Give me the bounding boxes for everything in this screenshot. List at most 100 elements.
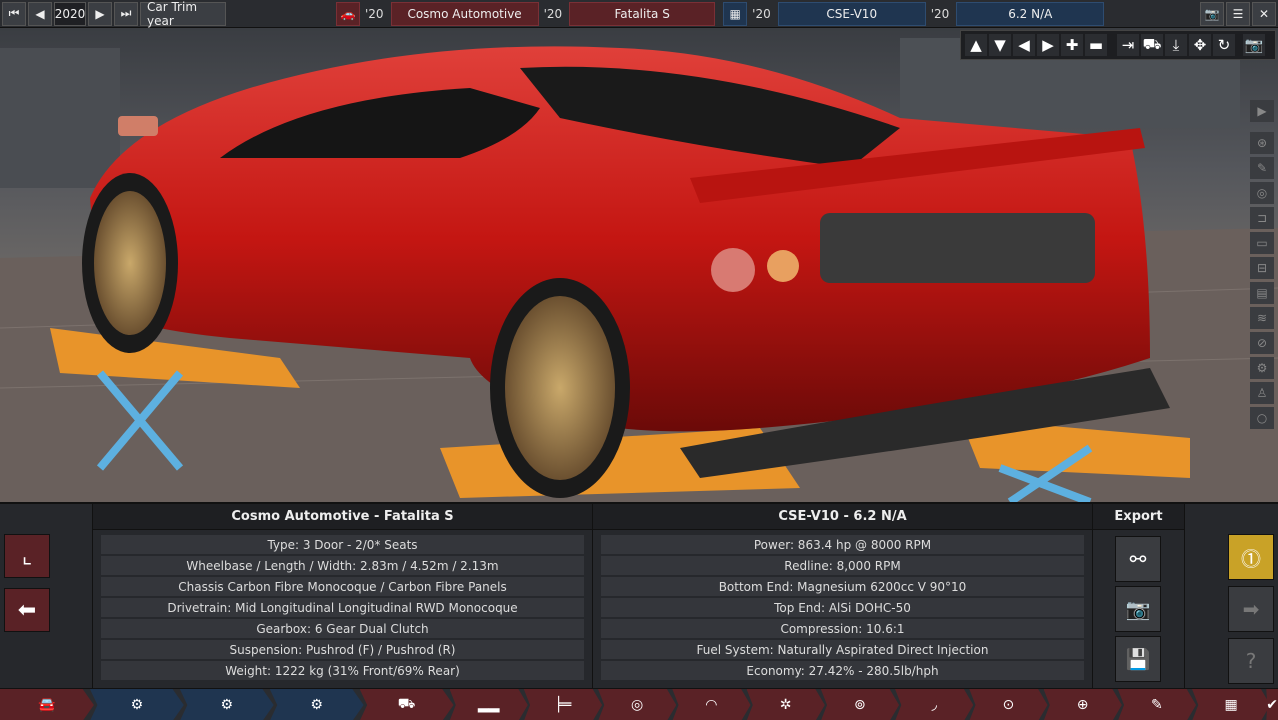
stage-brakes[interactable]: ⊚ [820, 689, 900, 720]
skip-forward-icon: ⏭ [120, 6, 132, 20]
checkmark-icon: ✔ [1266, 697, 1278, 713]
minus-icon: ▬ [1088, 36, 1104, 54]
stage-trim[interactable]: ⛟ [359, 689, 454, 720]
export-title: Export [1093, 504, 1184, 530]
gearbox-icon: ◎ [631, 697, 644, 713]
move-left-button[interactable]: ◀ [1013, 34, 1035, 56]
prev-year-button[interactable]: ◀ [28, 1, 52, 26]
stage-safety[interactable]: ⊕ [1043, 689, 1122, 720]
warning-button[interactable]: ⓵ [1228, 534, 1274, 580]
first-year-button[interactable]: ⏮ [2, 1, 26, 26]
model-icon-button[interactable]: 🚗 [336, 1, 360, 26]
side-circle-button[interactable]: ○ [1250, 407, 1274, 429]
stage-engine-family[interactable]: ⚙ [89, 689, 184, 720]
stage-testing[interactable]: ▦ [1192, 689, 1271, 720]
stage-car[interactable]: 🚘 [0, 689, 94, 720]
fuel-icon: ✎ [1151, 697, 1163, 713]
close-button[interactable]: ✕ [1252, 1, 1276, 26]
car-info-row: Gearbox: 6 Gear Dual Clutch [101, 619, 584, 638]
side-toolbar-expand[interactable]: ▶ [1250, 100, 1274, 122]
car-viewport[interactable] [0, 28, 1278, 502]
suspension-icon: ≋ [1256, 311, 1268, 325]
stage-finish[interactable]: ✔ [1266, 689, 1278, 720]
back-button[interactable]: ⬅ [4, 588, 50, 632]
car-info-row: Type: 3 Door - 2/0* Seats [101, 535, 584, 554]
next-year-button[interactable]: ▶ [88, 1, 112, 26]
car-render [0, 38, 1278, 502]
car-info-row: Drivetrain: Mid Longitudinal Longitudina… [101, 598, 584, 617]
car-view-button[interactable]: ⛟ [1141, 34, 1163, 56]
save-button[interactable]: 💾 [1115, 636, 1161, 682]
menu-button[interactable]: ☰ [1226, 1, 1250, 26]
engine-info-row: Economy: 27.42% - 280.5lb/hph [601, 661, 1084, 680]
stage-navigation: 🚘 ⚙ ⚙ ⚙ ⛟ ▂▂ ╞═ ◎ ◠ ✲ ⊚ ◞ ⊙ ⊕ ✎ ▦ ✔ [0, 688, 1278, 720]
side-door-button[interactable]: ⊐ [1250, 207, 1274, 229]
move-down-button[interactable]: ▼ [989, 34, 1011, 56]
reset-rotation-button[interactable]: ↻ [1213, 34, 1235, 56]
engine-family-button[interactable]: CSE-V10 [777, 1, 926, 26]
export-photo-button[interactable]: 📷 [1115, 586, 1161, 632]
stage-fuel[interactable]: ✎ [1117, 689, 1197, 720]
photo-mode-button[interactable]: 📷 [1243, 34, 1265, 56]
share-button[interactable]: ⚯ [1115, 536, 1161, 582]
side-paint-button[interactable]: ✎ [1250, 157, 1274, 179]
stage-gearbox[interactable]: ◎ [598, 689, 677, 720]
car-icon: 🚗 [340, 6, 356, 21]
model-year: '20 [365, 6, 384, 21]
stage-aero[interactable]: ◞ [895, 689, 974, 720]
rotate-axis-button[interactable]: ✥ [1189, 34, 1211, 56]
floppy-icon: 💾 [1125, 647, 1151, 671]
screenshot-button[interactable]: 📷 [1200, 1, 1224, 26]
ground-button[interactable]: ⤓ [1165, 34, 1187, 56]
camera-icon: 📷 [1204, 6, 1220, 21]
next-button[interactable]: ➡ [1228, 586, 1274, 632]
car-trim-icon: ⛟ [397, 696, 416, 712]
move-right-button[interactable]: ▶ [1037, 34, 1059, 56]
engine-icon-button[interactable]: ▦ [723, 1, 748, 26]
side-wheel-button[interactable]: ⊛ [1250, 132, 1274, 154]
engine-info-rows: Power: 863.4 hp @ 8000 RPM Redline: 8,00… [593, 530, 1092, 687]
stage-engine-tune[interactable]: ⚙ [269, 689, 364, 720]
car-info-column: Cosmo Automotive - Fatalita S Type: 3 Do… [92, 504, 592, 690]
side-chassis-button[interactable]: ⊟ [1250, 257, 1274, 279]
arrow-left-icon: ⬅ [17, 597, 37, 623]
model-name-button[interactable]: Fatalita S [569, 1, 716, 26]
rotate-icon: ↻ [1217, 36, 1231, 54]
car-info-title: Cosmo Automotive - Fatalita S [93, 504, 592, 530]
export-column: Export ⚯ 📷 💾 [1092, 504, 1184, 690]
circle-icon: ○ [1256, 411, 1268, 425]
car-info-rows: Type: 3 Door - 2/0* Seats Wheelbase / Le… [93, 530, 592, 687]
help-button[interactable]: ? [1228, 638, 1274, 684]
top-bar: ⏮ ◀ 2020 ▶ ⏭ Car Trim year 🚗 '20 Cosmo A… [0, 0, 1278, 28]
last-year-button[interactable]: ⏭ [114, 1, 138, 26]
wheel-icon: ✲ [779, 697, 792, 713]
side-person-button[interactable]: ♙ [1250, 382, 1274, 404]
side-suspension-button[interactable]: ≋ [1250, 307, 1274, 329]
engine-variant-button[interactable]: 6.2 N/A [956, 1, 1105, 26]
stage-drivetrain[interactable]: ╞═ [523, 689, 603, 720]
paint-icon: ✎ [1256, 161, 1268, 175]
model-name-year: '20 [543, 6, 563, 21]
zoom-in-button[interactable]: ✚ [1061, 34, 1083, 56]
side-car-button[interactable]: ▭ [1250, 232, 1274, 254]
side-settings-button[interactable]: ⚙ [1250, 357, 1274, 379]
snap-button[interactable]: ⇥ [1117, 34, 1139, 56]
car-icon: ⛟ [1142, 35, 1162, 53]
stage-interior[interactable]: ⊙ [969, 689, 1048, 720]
play-icon: ▶ [1257, 104, 1267, 118]
question-icon: ? [1245, 649, 1257, 673]
move-up-button[interactable]: ▲ [965, 34, 987, 56]
graph-button[interactable]: ⌞ [4, 534, 50, 578]
stage-wheels[interactable]: ✲ [746, 689, 825, 720]
engine-info-column: CSE-V10 - 6.2 N/A Power: 863.4 hp @ 8000… [592, 504, 1092, 690]
zoom-out-button[interactable]: ▬ [1085, 34, 1107, 56]
company-name-button[interactable]: Cosmo Automotive [390, 1, 539, 26]
stage-suspension[interactable]: ◠ [672, 689, 751, 720]
stage-engine-variant[interactable]: ⚙ [179, 689, 274, 720]
arrow-right-icon: ➡ [1242, 597, 1260, 621]
stage-body[interactable]: ▂▂ [449, 689, 528, 720]
side-lights-button[interactable]: ◎ [1250, 182, 1274, 204]
seats-icon: ▂▂ [477, 697, 500, 713]
side-grille-button[interactable]: ▤ [1250, 282, 1274, 304]
side-disable-button[interactable]: ⊘ [1250, 332, 1274, 354]
